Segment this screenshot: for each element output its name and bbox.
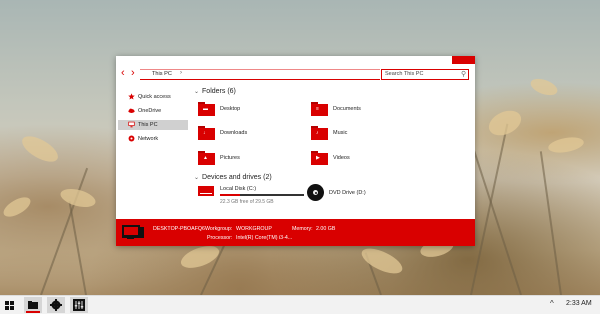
folder-desktop[interactable]: ▬ Desktop <box>190 102 290 118</box>
sidebar-item-label: OneDrive <box>138 108 162 114</box>
workgroup-label: Workgroup: <box>205 226 233 232</box>
details-pane: DESKTOP-PBOAFQ6 Workgroup: WORKGROUP Mem… <box>116 219 475 246</box>
settings-button[interactable] <box>47 297 65 313</box>
music-folder-icon: ♪ <box>311 126 328 140</box>
drive-c[interactable]: Local Disk (C:) 22.3 GB free of 29.5 GB <box>190 184 310 206</box>
sidebar-item-quick-access[interactable]: Quick access <box>118 92 188 102</box>
desktop-folder-icon: ▬ <box>198 102 215 116</box>
control-panel-button[interactable] <box>70 297 88 313</box>
star-icon <box>128 93 135 100</box>
cloud-icon <box>128 108 135 113</box>
collapse-chevron-icon[interactable]: ⌄ <box>194 175 199 181</box>
folder-music[interactable]: ♪ Music <box>303 126 403 142</box>
downloads-folder-icon: ↓ <box>198 126 215 140</box>
grass-stalk <box>470 123 509 296</box>
grass-stalk <box>539 151 562 296</box>
search-icon[interactable]: ⚲ <box>461 70 466 78</box>
search-placeholder: Search This PC <box>385 71 424 77</box>
folder-label: Desktop <box>220 106 241 112</box>
folders-heading: Folders (6) <box>202 88 236 95</box>
content-pane: ⌄ Folders (6) ▬ Desktop ≡ Documents ↓ Dow… <box>190 86 475 218</box>
dvd-drive-icon <box>307 184 324 201</box>
windows-logo-icon <box>5 301 14 310</box>
processor-value: Intel(R) Core(TM) i3-4... <box>236 235 293 241</box>
start-button[interactable] <box>1 297 19 313</box>
close-button[interactable] <box>452 56 475 64</box>
drive-label: DVD Drive (D:) <box>329 190 366 196</box>
taskbar-clock[interactable]: 2:33 AM <box>566 300 592 307</box>
hard-drive-icon <box>198 186 214 196</box>
folder-downloads[interactable]: ↓ Downloads <box>190 126 290 142</box>
drive-label: Local Disk (C:) <box>220 186 257 192</box>
folder-videos[interactable]: ▶ Videos <box>303 151 403 167</box>
title-bar[interactable] <box>116 56 475 65</box>
file-explorer-button[interactable] <box>24 297 42 313</box>
control-panel-icon <box>73 299 85 311</box>
breadcrumb-chevron-icon[interactable]: › <box>180 70 182 76</box>
grass-ear <box>18 131 62 167</box>
pictures-folder-icon: ▲ <box>198 151 215 165</box>
computer-name: DESKTOP-PBOAFQ6 <box>153 226 206 232</box>
videos-folder-icon: ▶ <box>311 151 328 165</box>
collapse-chevron-icon[interactable]: ⌄ <box>194 89 199 95</box>
folders-section-header[interactable]: ⌄ Folders (6) <box>194 88 236 95</box>
show-hidden-icons-chevron-icon[interactable]: ^ <box>550 299 554 308</box>
address-toolbar: ‹ › This PC › Search This PC ⚲ <box>116 66 475 82</box>
workgroup-value: WORKGROUP <box>236 226 272 232</box>
sidebar-item-label: Quick access <box>138 94 171 100</box>
drive-usage-fill <box>220 194 241 196</box>
folder-pictures[interactable]: ▲ Pictures <box>190 151 290 167</box>
documents-folder-icon: ≡ <box>311 102 328 116</box>
memory-label: Memory: <box>292 226 313 232</box>
sidebar-item-this-pc[interactable]: This PC <box>118 120 188 130</box>
folder-label: Videos <box>333 155 350 161</box>
sidebar-item-label: Network <box>138 136 159 142</box>
grass-ear <box>178 241 222 273</box>
folder-label: Documents <box>333 106 361 112</box>
computer-icon <box>128 121 135 128</box>
processor-label: Processor: <box>207 235 233 241</box>
grass-ear <box>547 134 585 156</box>
grass-stalk <box>68 201 87 296</box>
sidebar-item-network[interactable]: Network <box>118 134 188 144</box>
folder-label: Music <box>333 130 348 136</box>
computer-icon <box>122 225 144 239</box>
folder-icon <box>28 301 38 309</box>
drive-free-space: 22.3 GB free of 29.5 GB <box>220 199 274 205</box>
search-input[interactable]: Search This PC <box>381 69 469 80</box>
grass-ear <box>358 243 406 279</box>
back-arrow-icon[interactable]: ‹ <box>121 67 125 79</box>
grass-ear <box>0 193 34 221</box>
navigation-pane: Quick access OneDrive This PC Network <box>116 86 190 216</box>
address-text: This PC <box>152 71 172 77</box>
folder-label: Downloads <box>220 130 248 136</box>
drives-heading: Devices and drives (2) <box>202 174 272 181</box>
file-explorer-window: ‹ › This PC › Search This PC ⚲ Quick acc… <box>116 56 475 246</box>
grass-ear <box>528 75 560 99</box>
forward-arrow-icon[interactable]: › <box>131 67 135 79</box>
drive-usage-bar <box>220 194 304 196</box>
folder-documents[interactable]: ≡ Documents <box>303 102 403 118</box>
network-icon <box>128 135 135 142</box>
memory-value: 2.00 GB <box>316 226 336 232</box>
drive-d[interactable]: DVD Drive (D:) <box>303 184 403 206</box>
grass-ear <box>58 185 98 211</box>
address-bar[interactable]: This PC › <box>140 69 380 80</box>
sidebar-item-label: This PC <box>138 122 158 128</box>
taskbar: ^ 2:33 AM <box>0 295 600 314</box>
folder-label: Pictures <box>220 155 240 161</box>
drives-section-header[interactable]: ⌄ Devices and drives (2) <box>194 174 272 181</box>
sidebar-item-onedrive[interactable]: OneDrive <box>118 106 188 116</box>
gear-icon <box>50 299 62 311</box>
